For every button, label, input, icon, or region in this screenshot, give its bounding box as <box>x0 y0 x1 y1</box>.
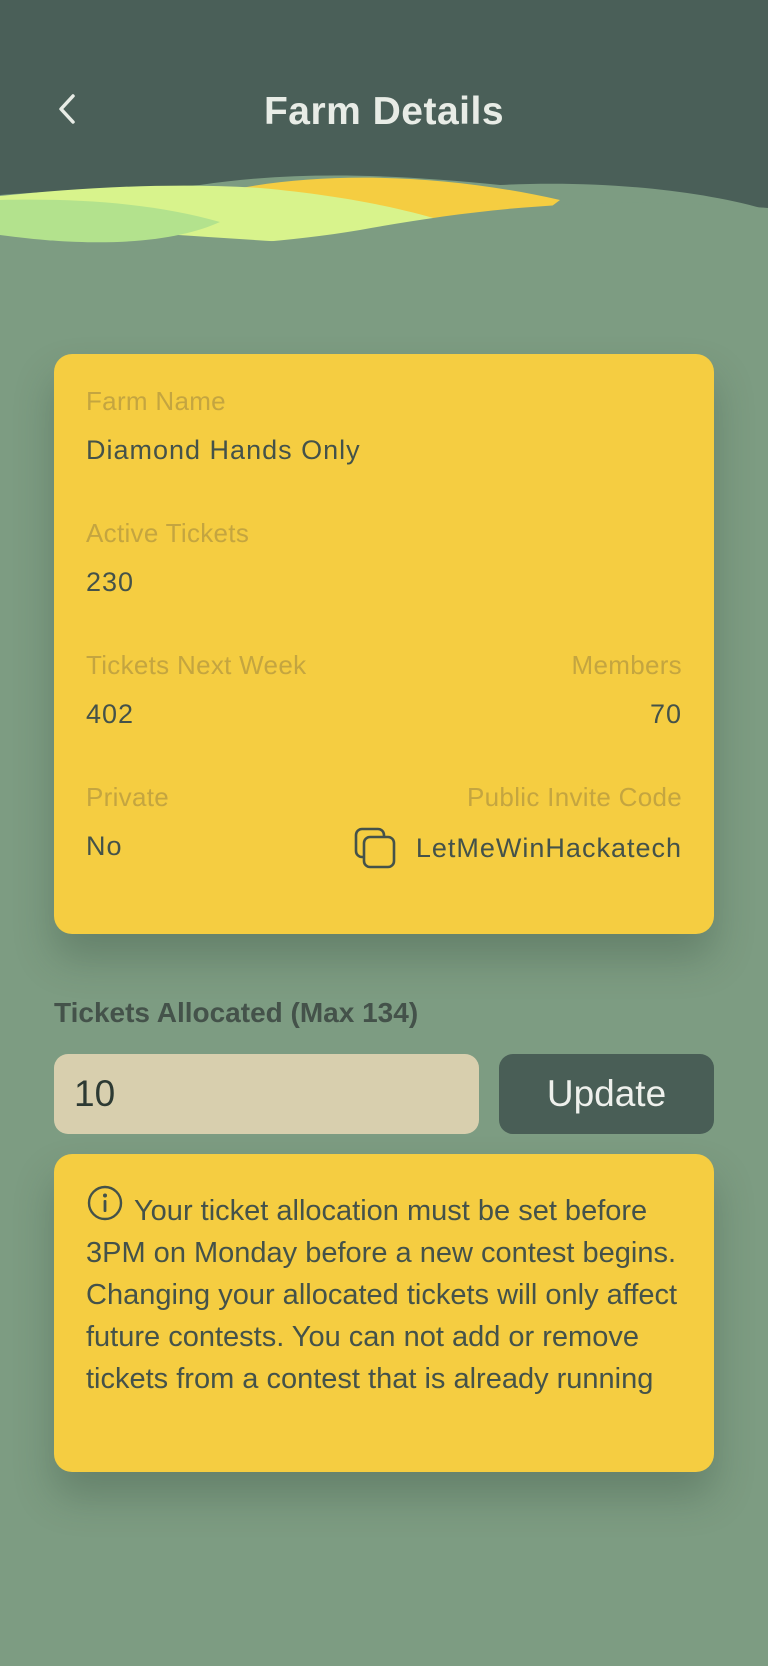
private-label: Private <box>86 782 170 812</box>
info-text: Your ticket allocation must be set befor… <box>86 1195 678 1395</box>
invite-code-value: LetMeWinHackatech <box>415 832 682 863</box>
invite-code-label: Public Invite Code <box>467 782 682 812</box>
active-tickets-label: Active Tickets <box>86 518 250 548</box>
members-label: Members <box>571 650 682 680</box>
members-field: Members 70 <box>572 650 682 730</box>
farm-name-field: Farm Name Diamond Hands Only <box>86 386 361 466</box>
farm-name-value: Diamond Hands Only <box>86 435 361 465</box>
active-tickets-field: Active Tickets 230 <box>86 518 249 598</box>
info-card: Your ticket allocation must be set befor… <box>54 1154 714 1472</box>
header: Farm Details <box>0 0 768 260</box>
tickets-next-week-field: Tickets Next Week 402 <box>86 650 306 730</box>
tickets-allocated-input[interactable] <box>54 1054 479 1134</box>
tickets-next-week-value: 402 <box>86 699 135 729</box>
page-title: Farm Details <box>263 90 505 133</box>
farm-name-label: Farm Name <box>86 386 226 416</box>
private-value: No <box>86 831 123 861</box>
info-icon <box>87 1185 123 1221</box>
update-button[interactable]: Update <box>499 1054 714 1134</box>
invite-code-field: Public Invite Code LetMeWinHackatech <box>352 782 682 871</box>
tickets-next-week-label: Tickets Next Week <box>86 650 307 680</box>
members-value: 70 <box>649 699 682 729</box>
farm-details-card: Farm Name Diamond Hands Only Active Tick… <box>54 354 714 934</box>
copy-icon[interactable] <box>352 825 398 871</box>
tickets-allocated-label: Tickets Allocated (Max 134) <box>54 997 419 1028</box>
invite-code-row: LetMeWinHackatech <box>352 825 682 871</box>
active-tickets-value: 230 <box>86 567 135 597</box>
private-field: Private No <box>86 782 169 862</box>
